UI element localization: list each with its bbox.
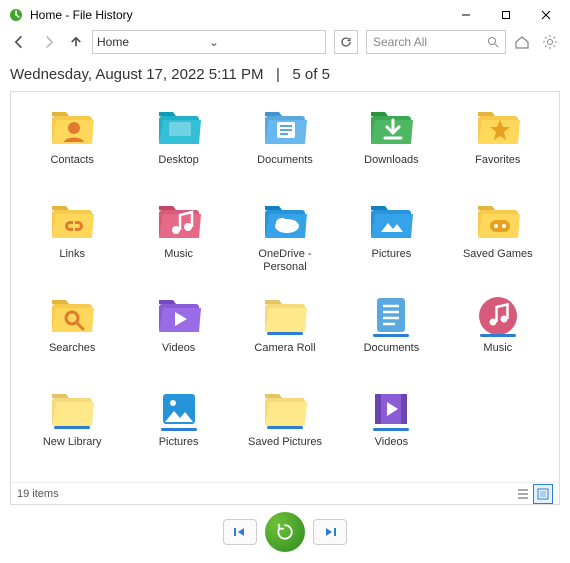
folder-item[interactable]: Searches: [19, 288, 125, 380]
previous-version-button[interactable]: [223, 519, 257, 545]
folder-documents-icon: [259, 104, 311, 152]
forward-button[interactable]: [36, 30, 60, 54]
item-label: Pictures: [372, 248, 412, 261]
window-title: Home - File History: [30, 8, 446, 22]
minimize-button[interactable]: [446, 0, 486, 30]
item-label: Pictures: [159, 436, 199, 449]
navigation-toolbar: Home ⌄ Search All: [0, 30, 570, 54]
item-label: Searches: [49, 342, 95, 355]
restore-button[interactable]: [265, 512, 305, 552]
home-button[interactable]: [510, 30, 534, 54]
icons-view-button[interactable]: [533, 484, 553, 504]
folder-contacts-icon: [46, 104, 98, 152]
folder-item[interactable]: Music: [445, 288, 551, 380]
folder-item[interactable]: Videos: [338, 382, 444, 474]
status-bar: 19 items: [11, 482, 559, 504]
item-label: Favorites: [475, 154, 520, 167]
folder-videos-icon: [153, 292, 205, 340]
snapshot-header: Wednesday, August 17, 2022 5:11 PM | 5 o…: [10, 62, 560, 91]
window-titlebar: Home - File History: [0, 0, 570, 30]
folder-downloads-icon: [365, 104, 417, 152]
folder-links-icon: [46, 198, 98, 246]
folder-item[interactable]: Pictures: [338, 194, 444, 286]
folder-onedrive-icon: [259, 198, 311, 246]
search-placeholder: Search All: [373, 35, 487, 49]
library-generic-icon: [259, 386, 311, 434]
item-label: Documents: [364, 342, 420, 355]
folder-item[interactable]: New Library: [19, 382, 125, 474]
library-generic-icon: [259, 292, 311, 340]
app-icon: [8, 7, 24, 23]
item-label: Contacts: [50, 154, 93, 167]
playback-controls: [10, 505, 560, 559]
item-label: Videos: [162, 342, 195, 355]
folder-desktop-icon: [153, 104, 205, 152]
item-label: Documents: [257, 154, 313, 167]
snapshot-page-indicator: 5 of 5: [292, 66, 330, 83]
item-label: OneDrive - Personal: [245, 248, 325, 273]
folder-item[interactable]: Links: [19, 194, 125, 286]
folder-pictures-icon: [365, 198, 417, 246]
folder-music-icon: [153, 198, 205, 246]
item-label: Desktop: [158, 154, 198, 167]
folder-favorites-icon: [472, 104, 524, 152]
back-button[interactable]: [8, 30, 32, 54]
folder-item[interactable]: Documents: [232, 100, 338, 192]
folder-item[interactable]: Saved Pictures: [232, 382, 338, 474]
item-label: Links: [59, 248, 85, 261]
item-count: 19 items: [17, 488, 513, 500]
library-generic-icon: [46, 386, 98, 434]
maximize-button[interactable]: [486, 0, 526, 30]
item-label: New Library: [43, 436, 102, 449]
library-videos-icon: [365, 386, 417, 434]
folder-item[interactable]: Contacts: [19, 100, 125, 192]
item-label: Camera Roll: [254, 342, 315, 355]
folder-item[interactable]: Saved Games: [445, 194, 551, 286]
folder-item[interactable]: Videos: [125, 288, 231, 380]
item-label: Saved Pictures: [248, 436, 322, 449]
items-grid: Contacts Desktop Documents Downloads Favorit…: [11, 92, 559, 482]
item-label: Downloads: [364, 154, 418, 167]
folder-item[interactable]: Pictures: [125, 382, 231, 474]
search-icon: [487, 36, 499, 48]
folder-item[interactable]: Favorites: [445, 100, 551, 192]
address-bar[interactable]: Home ⌄: [92, 30, 326, 54]
settings-button[interactable]: [538, 30, 562, 54]
folder-item[interactable]: Camera Roll: [232, 288, 338, 380]
folder-item[interactable]: Music: [125, 194, 231, 286]
snapshot-datetime: Wednesday, August 17, 2022 5:11 PM: [10, 66, 264, 83]
item-label: Saved Games: [463, 248, 533, 261]
folder-item[interactable]: Downloads: [338, 100, 444, 192]
chevron-down-icon[interactable]: ⌄: [209, 35, 321, 49]
folder-item[interactable]: Desktop: [125, 100, 231, 192]
item-label: Music: [483, 342, 512, 355]
item-label: Music: [164, 248, 193, 261]
content-pane: Contacts Desktop Documents Downloads Favorit…: [10, 91, 560, 505]
item-label: Videos: [375, 436, 408, 449]
up-button[interactable]: [64, 30, 88, 54]
close-button[interactable]: [526, 0, 566, 30]
folder-savedgames-icon: [472, 198, 524, 246]
refresh-button[interactable]: [334, 30, 358, 54]
folder-searches-icon: [46, 292, 98, 340]
next-version-button[interactable]: [313, 519, 347, 545]
address-text: Home: [97, 35, 209, 49]
folder-item[interactable]: Documents: [338, 288, 444, 380]
library-pictures-icon: [153, 386, 205, 434]
search-input[interactable]: Search All: [366, 30, 506, 54]
library-music-icon: [472, 292, 524, 340]
library-documents-icon: [365, 292, 417, 340]
folder-item[interactable]: OneDrive - Personal: [232, 194, 338, 286]
details-view-button[interactable]: [513, 484, 533, 504]
